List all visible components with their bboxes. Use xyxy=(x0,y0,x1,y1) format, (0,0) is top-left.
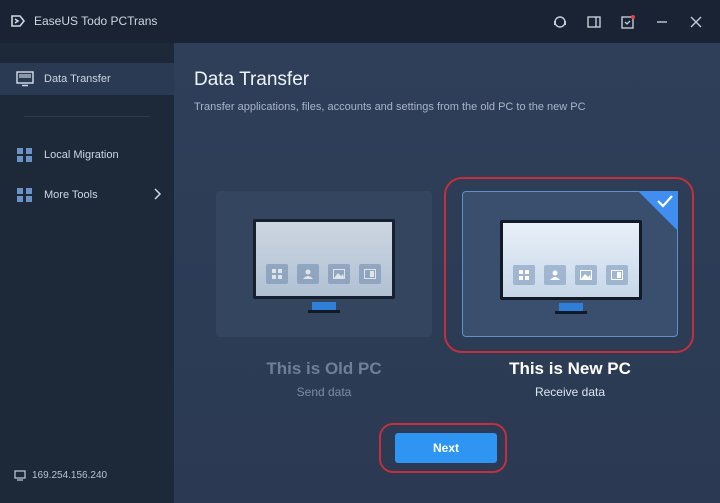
sidebar-item-more-tools[interactable]: More Tools xyxy=(0,179,174,211)
monitor-illustration xyxy=(253,219,395,299)
sidebar: Data Transfer Local Migration More Tools… xyxy=(0,43,174,503)
minimize-icon[interactable] xyxy=(652,12,672,32)
feedback-icon[interactable] xyxy=(584,12,604,32)
ip-address: 169.254.156.240 xyxy=(14,470,107,481)
sidebar-item-label: Local Migration xyxy=(44,149,119,161)
grid-icon xyxy=(17,188,32,202)
support-icon[interactable] xyxy=(550,12,570,32)
sidebar-item-label: Data Transfer xyxy=(44,73,111,85)
page-title: Data Transfer xyxy=(194,69,310,90)
sidebar-divider xyxy=(24,116,150,117)
network-icon xyxy=(14,470,26,481)
grid-icon xyxy=(17,148,32,162)
monitor-stand xyxy=(312,302,336,310)
close-icon[interactable] xyxy=(686,12,706,32)
sidebar-item-data-transfer[interactable]: Data Transfer xyxy=(0,63,174,95)
sidebar-item-label: More Tools xyxy=(44,189,98,201)
monitor-icon xyxy=(16,71,34,87)
app-brand: EaseUS Todo PCTrans xyxy=(10,13,157,29)
file-icon xyxy=(359,264,381,284)
app-title: EaseUS Todo PCTrans xyxy=(34,14,158,28)
page-subtitle: Transfer applications, files, accounts a… xyxy=(194,101,586,113)
new-pc-title: This is New PC xyxy=(509,359,631,378)
old-pc-card[interactable] xyxy=(216,191,432,337)
old-pc-subtitle: Send data xyxy=(296,385,352,399)
ip-address-text: 169.254.156.240 xyxy=(32,470,108,481)
old-pc-title: This is Old PC xyxy=(266,359,382,378)
chevron-right-icon xyxy=(154,188,162,200)
user-icon xyxy=(297,264,319,284)
notification-icon[interactable] xyxy=(618,12,638,32)
sidebar-item-local-migration[interactable]: Local Migration xyxy=(0,139,174,171)
next-highlight xyxy=(379,423,507,473)
new-pc-subtitle: Receive data xyxy=(534,385,606,399)
new-pc-highlight xyxy=(444,177,694,353)
main-panel: Data Transfer Transfer applications, fil… xyxy=(174,43,720,503)
app-logo-icon xyxy=(11,15,26,27)
monitor-base xyxy=(308,310,340,313)
apps-icon xyxy=(266,264,288,284)
image-icon xyxy=(328,264,350,284)
title-bar: EaseUS Todo PCTrans xyxy=(0,0,720,43)
